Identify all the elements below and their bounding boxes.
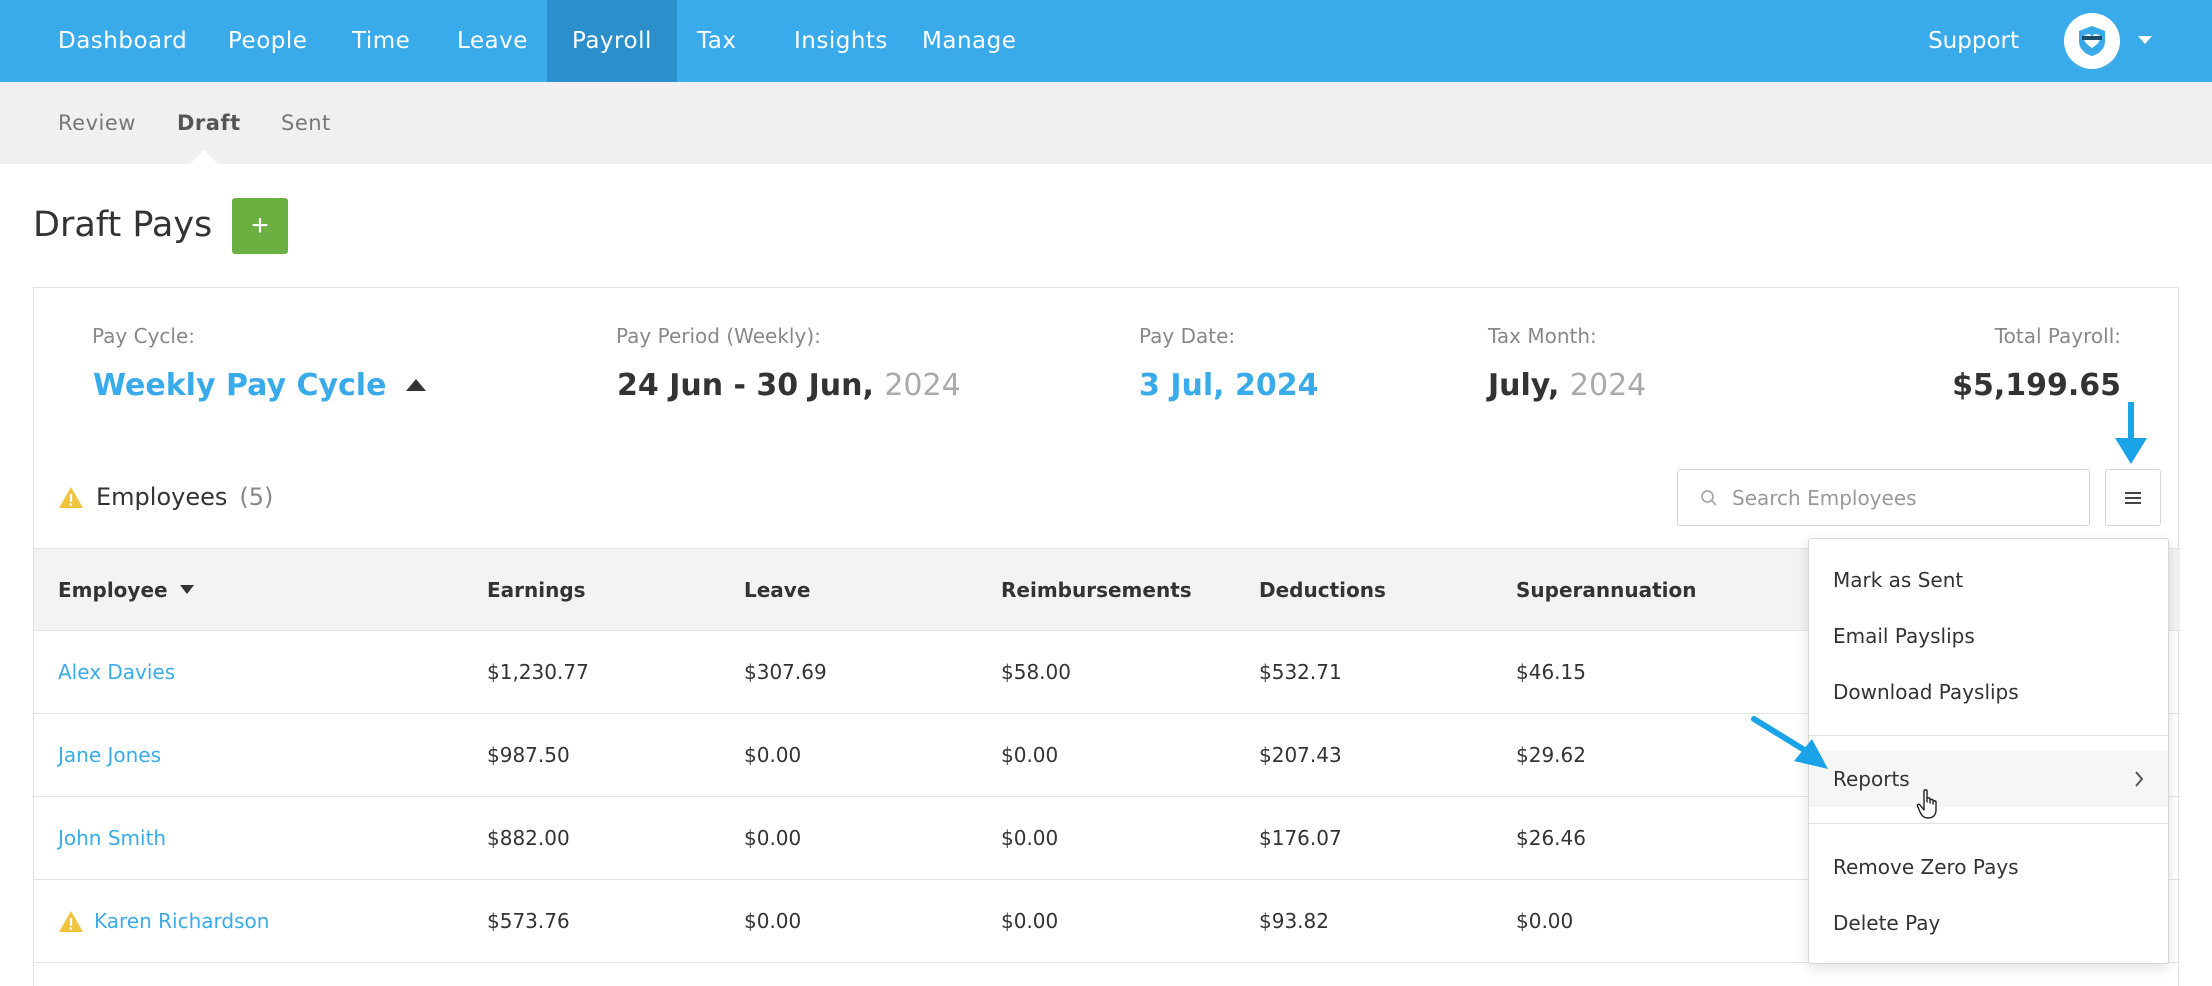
menu-divider [1809, 735, 2168, 736]
pay-cycle-value: Weekly Pay Cycle [93, 368, 387, 403]
pay-period-range: 24 Jun - 30 Jun, [617, 368, 874, 403]
nav-insights[interactable]: Insights [769, 0, 913, 82]
leave-cell: $307.69 [744, 660, 827, 684]
employee-name-link[interactable]: Karen Richardson [94, 880, 269, 962]
leave-cell: $0.00 [744, 743, 802, 767]
shield-heart-icon [2079, 26, 2105, 56]
menu-reports[interactable]: Reports [1809, 751, 2168, 807]
actions-dropdown: Mark as Sent Email Payslips Download Pay… [1808, 538, 2169, 964]
pay-date-label: Pay Date: [1139, 324, 1236, 348]
reimbursements-cell: $0.00 [1001, 826, 1059, 850]
employee-name-link[interactable]: John Smith [58, 797, 166, 879]
column-superannuation: Superannuation [1516, 578, 1697, 602]
nav-manage[interactable]: Manage [897, 0, 1041, 82]
total-payroll-label: Total Payroll: [1994, 324, 2121, 348]
superannuation-cell: $46.15 [1516, 660, 1586, 684]
earnings-cell: $573.76 [487, 909, 570, 933]
nav-dashboard[interactable]: Dashboard [33, 0, 212, 82]
deductions-cell: $176.07 [1259, 826, 1342, 850]
nav-time[interactable]: Time [327, 0, 435, 82]
reimbursements-cell: $0.00 [1001, 743, 1059, 767]
tax-month-value: July, 2024 [1488, 368, 1646, 403]
employee-name-link[interactable]: Jane Jones [58, 714, 161, 796]
sort-down-icon [179, 585, 194, 594]
hamburger-icon [2125, 491, 2141, 504]
reimbursements-cell: $58.00 [1001, 660, 1071, 684]
menu-email-payslips[interactable]: Email Payslips [1809, 608, 2168, 664]
employees-title: Employees [96, 483, 228, 511]
superannuation-cell: $0.00 [1516, 909, 1574, 933]
deductions-cell: $532.71 [1259, 660, 1342, 684]
pay-date-value[interactable]: 3 Jul, 2024 [1139, 368, 1318, 403]
earnings-cell: $882.00 [487, 826, 570, 850]
blue-arrow-icon [1751, 716, 1828, 769]
active-tab-pointer [190, 150, 218, 164]
warning-icon [59, 486, 83, 508]
tax-month-year: 2024 [1569, 368, 1647, 403]
leave-cell: $0.00 [744, 826, 802, 850]
earnings-cell: $1,230.77 [487, 660, 589, 684]
support-link[interactable]: Support [1928, 0, 2019, 82]
column-deductions: Deductions [1259, 578, 1386, 602]
deductions-cell: $207.43 [1259, 743, 1342, 767]
nav-people[interactable]: People [203, 0, 332, 82]
column-leave: Leave [744, 578, 811, 602]
deductions-cell: $93.82 [1259, 909, 1329, 933]
hand-pointer-icon [1916, 789, 1937, 819]
subnav-sent[interactable]: Sent [281, 82, 331, 164]
employees-heading: Employees (5) [58, 483, 273, 511]
subnav-review[interactable]: Review [58, 82, 136, 164]
search-box [1677, 469, 2090, 526]
menu-download-payslips[interactable]: Download Payslips [1809, 664, 2168, 720]
menu-delete-pay[interactable]: Delete Pay [1809, 895, 2168, 951]
avatar[interactable] [2064, 13, 2120, 69]
menu-reports-label: Reports [1833, 767, 1910, 791]
tax-month-label: Tax Month: [1488, 324, 1597, 348]
warning-icon [59, 911, 83, 932]
menu-divider [1809, 823, 2168, 824]
add-pay-button[interactable]: + [232, 198, 288, 254]
column-reimbursements: Reimbursements [1001, 578, 1192, 602]
nav-leave[interactable]: Leave [432, 0, 553, 82]
account-menu-caret[interactable] [2138, 36, 2152, 44]
pay-period-label: Pay Period (Weekly): [616, 324, 821, 348]
pay-cycle-label: Pay Cycle: [92, 324, 196, 348]
blue-arrow-icon [2115, 402, 2147, 464]
total-payroll-value: $5,199.65 [1952, 368, 2121, 403]
menu-remove-zero-pays[interactable]: Remove Zero Pays [1809, 839, 2168, 895]
column-employee-label: Employee [58, 578, 168, 602]
nav-tax[interactable]: Tax [672, 0, 761, 82]
superannuation-cell: $26.46 [1516, 826, 1586, 850]
menu-mark-as-sent[interactable]: Mark as Sent [1809, 552, 2168, 608]
pay-period-value: 24 Jun - 30 Jun, 2024 [617, 368, 961, 403]
chevron-right-icon [2135, 771, 2144, 787]
column-employee[interactable]: Employee [58, 549, 194, 632]
sub-nav: Review Draft Sent [0, 82, 2212, 164]
employees-count: (5) [239, 483, 274, 511]
nav-payroll[interactable]: Payroll [547, 0, 677, 82]
superannuation-cell: $29.62 [1516, 743, 1586, 767]
page-title: Draft Pays [33, 205, 213, 245]
pay-period-year: 2024 [884, 368, 961, 403]
earnings-cell: $987.50 [487, 743, 570, 767]
pay-cycle-selector[interactable]: Weekly Pay Cycle [93, 368, 427, 403]
column-earnings: Earnings [487, 578, 586, 602]
actions-menu-button[interactable] [2105, 469, 2161, 526]
employee-name-link[interactable]: Alex Davies [58, 631, 175, 713]
tax-month: July, [1488, 368, 1560, 403]
caret-up-icon [406, 379, 427, 391]
search-icon [1701, 489, 1717, 506]
top-nav: Dashboard People Time Leave Payroll Tax … [0, 0, 2212, 82]
leave-cell: $0.00 [744, 909, 802, 933]
search-employees-input[interactable] [1732, 485, 2062, 510]
reimbursements-cell: $0.00 [1001, 909, 1059, 933]
